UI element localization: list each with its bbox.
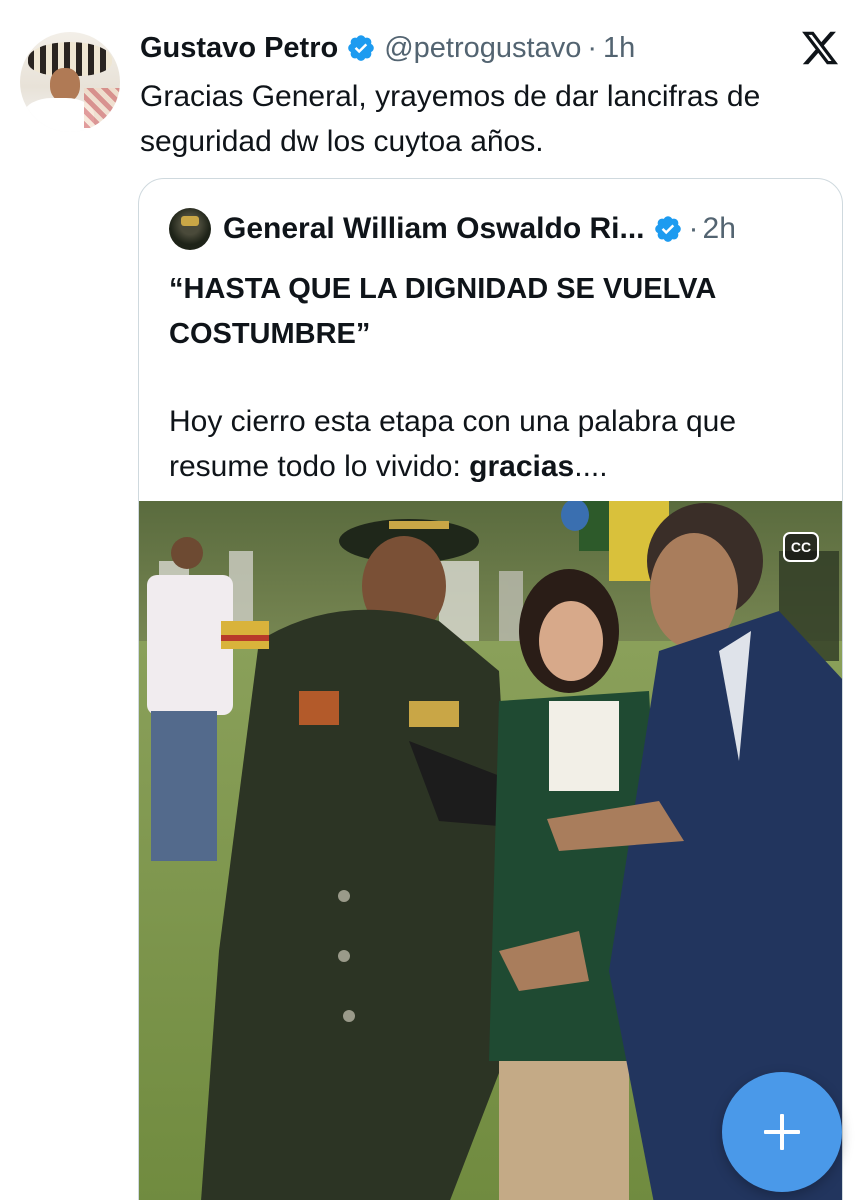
quoted-body-ellipsis: .... [574, 450, 608, 483]
quoted-tweet-title: “HASTA QUE LA DIGNIDAD SE VUELVA COSTUMB… [169, 273, 716, 350]
closed-captions-button[interactable]: CC [783, 532, 819, 562]
quoted-body-text: Hoy cierro esta etapa con una palabra qu… [169, 405, 737, 483]
header-separator: · [587, 31, 597, 64]
verified-badge-icon [348, 35, 375, 61]
avatar-background-shape [84, 88, 120, 128]
quoted-body-bold-word: gracias [469, 450, 575, 483]
x-logo-icon[interactable] [800, 28, 840, 68]
tweet-text: Gracias General, yrayemos de dar lancifr… [140, 80, 761, 158]
tweet-header: Gustavo Petro @petrogustavo · 1h [140, 28, 635, 68]
quoted-tweet-card[interactable]: General William Oswaldo Ri... · 2h “HAST… [138, 178, 843, 1200]
quoted-tweet-body: Hoy cierro esta etapa con una palabra qu… [169, 399, 809, 489]
author-handle[interactable]: @petrogustavo [384, 32, 581, 65]
author-name[interactable]: Gustavo Petro [140, 32, 338, 65]
tweet-timestamp[interactable]: 1h [603, 32, 635, 65]
quoted-tweet-header: General William Oswaldo Ri... · 2h [169, 207, 736, 251]
quoted-header-separator: · [688, 212, 699, 245]
verified-badge-icon [654, 216, 681, 242]
author-avatar[interactable] [20, 32, 120, 132]
plus-icon [764, 1114, 800, 1150]
tweet-screen: Gustavo Petro @petrogustavo · 1h Gracias… [0, 0, 862, 1200]
quoted-author-name[interactable]: General William Oswaldo Ri... [223, 212, 645, 246]
quoted-tweet-timestamp[interactable]: 2h [703, 212, 736, 246]
compose-fab-button[interactable] [722, 1072, 842, 1192]
avatar-face-shape [50, 68, 80, 102]
quoted-author-avatar[interactable] [169, 208, 211, 250]
